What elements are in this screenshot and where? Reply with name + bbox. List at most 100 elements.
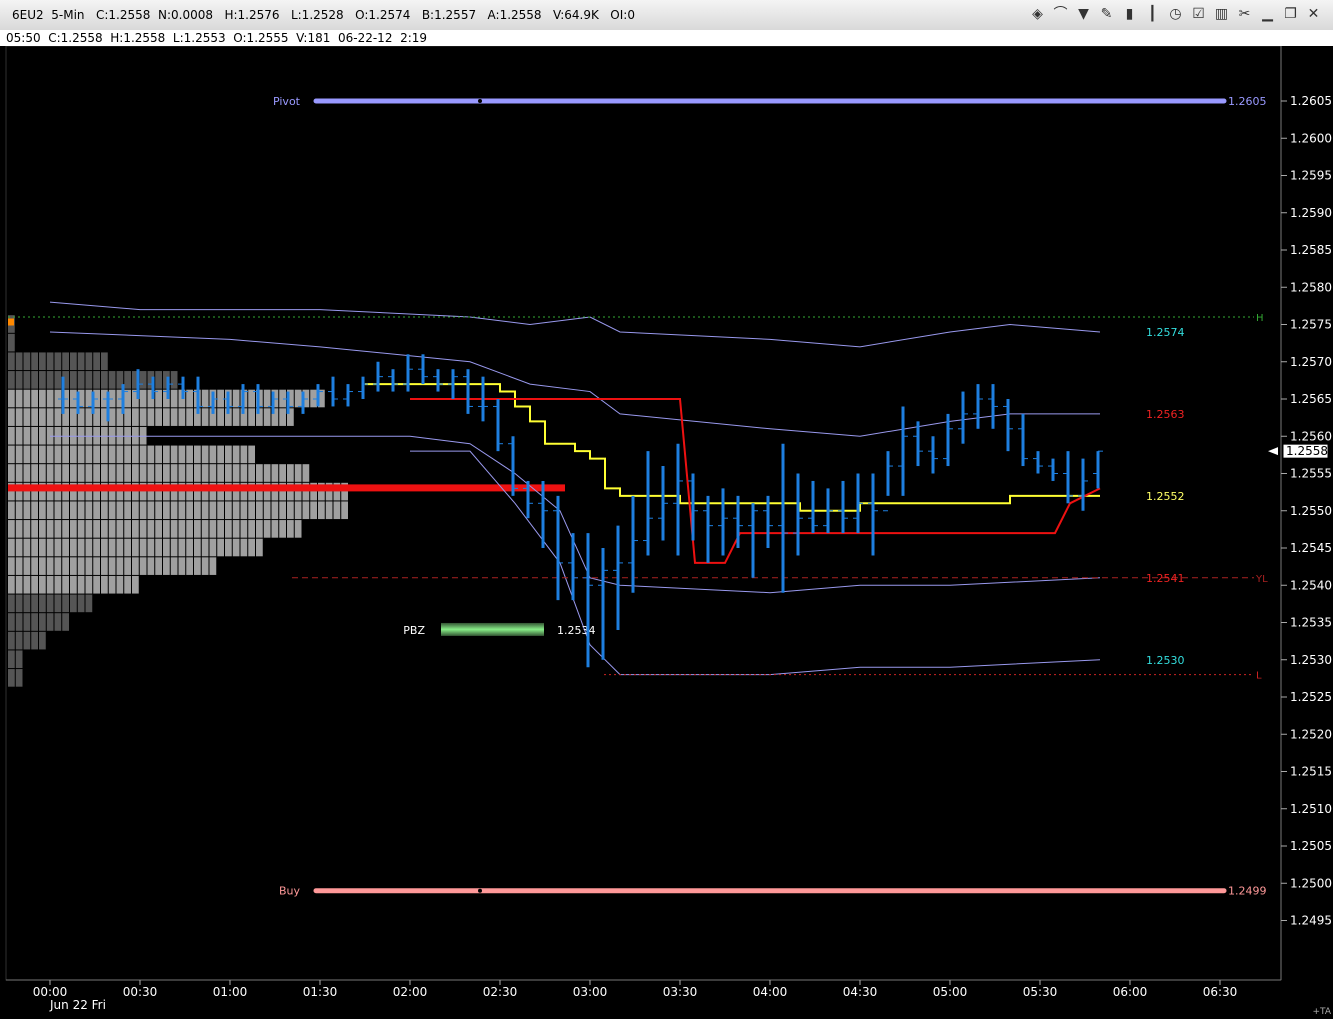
profile-cell [77,520,85,538]
profile-cell [23,557,31,575]
profile-cell [93,520,100,538]
profile-cell [8,389,15,408]
price-tick-label: 1.2530 [1290,653,1332,667]
price-chart[interactable]: Pivot 1.2605 Buy 1.2499 H YL L PBZ 1.2534 1.257… [0,46,1333,1019]
profile-cell [101,464,108,482]
close-icon[interactable]: ✕ [1304,5,1323,24]
profile-cell [93,538,100,557]
profile-cell [163,445,170,464]
profile-cell [93,464,100,482]
profile-cell [23,352,31,371]
profile-cell [248,520,255,538]
tool-icon[interactable]: ✂ [1235,5,1254,24]
profile-cell [139,501,147,520]
bars-icon[interactable]: ▮ [1120,5,1139,24]
profile-cell [163,520,170,538]
profile-cell [147,408,155,426]
profile-cell [132,520,139,538]
chart-toolbar: ◈ ⌒ ▼ ✎ ▮ ┃ ◷ ☑ ▥ ✂ ▁ ❐ ✕ [1028,5,1323,24]
profile-cell [23,408,31,426]
profile-cell [15,650,23,669]
profile-cell [85,445,93,464]
profile-cell [147,520,155,538]
profile-cell [124,557,131,575]
profile-cell [147,501,155,520]
profile-cell [8,650,15,669]
profile-cell [170,538,178,557]
profile-cell [39,501,46,520]
profile-cell [101,501,108,520]
level-name: H [1256,313,1264,324]
profile-cell [85,557,93,575]
point-of-control-bar [8,484,565,492]
candle-icon[interactable]: ┃ [1143,5,1162,24]
profile-cell [101,371,108,389]
profile-cell [155,408,162,426]
profile-cell [232,408,240,426]
profile-cell [39,352,46,371]
time-tick-label: 03:30 [663,985,698,999]
profile-cell [217,538,224,557]
profile-cell [93,371,100,389]
profile-cell [54,613,62,631]
profile-cell [46,352,54,371]
add-indicator-button[interactable]: +TA [1313,1007,1332,1017]
profile-cell [31,520,38,538]
profile-cell [333,501,341,520]
profile-cell [23,575,31,594]
trash-icon[interactable]: ▥ [1212,5,1231,24]
profile-cell [279,520,286,538]
checklist-icon[interactable]: ☑ [1189,5,1208,24]
profile-cell [70,520,77,538]
rainbow-icon[interactable]: ⌒ [1051,5,1070,24]
profile-cell [46,594,54,613]
profile-cell [302,501,310,520]
profile-cell [54,464,62,482]
profile-cell [70,371,77,389]
time-tick-label: 02:30 [483,985,518,999]
pencil-icon[interactable]: ✎ [1097,5,1116,24]
restore-icon[interactable]: ❐ [1281,5,1300,24]
profile-cell [155,557,162,575]
profile-cell [178,408,186,426]
profile-cell [201,464,209,482]
price-tick-label: 1.2590 [1290,206,1332,220]
profile-cell [287,464,294,482]
profile-cell [116,575,124,594]
profile-cell [248,408,255,426]
profile-cell [54,575,62,594]
price-tick-label: 1.2495 [1290,914,1332,928]
profile-cell [294,464,302,482]
profile-cell [209,501,217,520]
profile-cell [163,464,170,482]
profile-cell [8,501,15,520]
profile-cell [170,408,178,426]
time-tick-label: 00:30 [123,985,158,999]
profile-cell [263,520,271,538]
hovered-bar-info: 05:50 C:1.2558 H:1.2558 L:1.2553 O:1.255… [6,31,428,45]
profile-cell [240,538,248,557]
profile-cell [15,501,23,520]
clock-icon[interactable]: ◷ [1166,5,1185,24]
level-name: YL [1255,574,1268,585]
profile-cell [279,408,286,426]
funnel-icon[interactable]: ▼ [1074,5,1093,24]
profile-cell [8,426,15,445]
profile-cell [85,371,93,389]
profile-cell [263,389,271,408]
profile-cell [116,501,124,520]
profile-cell [139,557,147,575]
layers-icon[interactable]: ◈ [1028,5,1047,24]
profile-cell [108,464,116,482]
profile-cell [85,352,93,371]
level-value-label: 1.2530 [1146,654,1185,667]
profile-cell [116,520,124,538]
profile-cell [62,557,69,575]
profile-cell [124,538,131,557]
profile-cell [318,501,325,520]
profile-cell [147,445,155,464]
profile-cell [170,389,178,408]
profile-cell [279,464,286,482]
profile-cell [46,575,54,594]
minimize-icon[interactable]: ▁ [1258,5,1277,24]
